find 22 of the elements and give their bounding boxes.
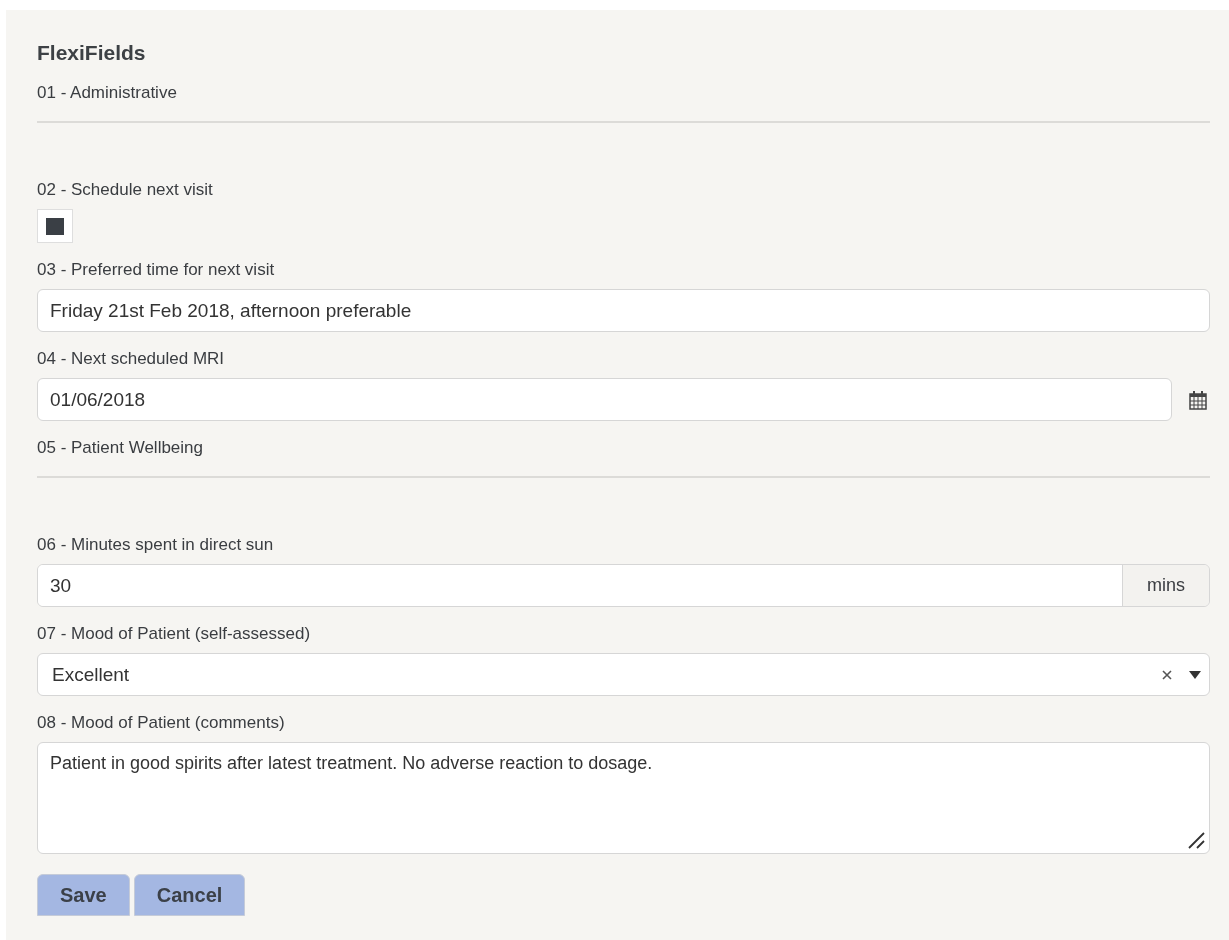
calendar-icon[interactable] (1188, 389, 1208, 410)
text-field[interactable]: Friday 21st Feb 2018, afternoon preferable (37, 289, 1210, 332)
section-heading: 05 - Patient Wellbeing (37, 438, 204, 458)
field-label: 07 - Mood of Patient (self-assessed) (37, 624, 312, 644)
checkbox[interactable] (37, 209, 73, 243)
field-label: 02 - Schedule next visit (37, 180, 214, 200)
field-label: 04 - Next scheduled MRI (37, 349, 226, 369)
field-label: 06 - Minutes spent in direct sun (37, 535, 275, 555)
form-title: FlexiFields (37, 41, 147, 65)
comment-field[interactable]: Patient in good spirits after latest treatment. No adverse reaction to dosage. (37, 742, 1210, 854)
caret-icon[interactable] (1189, 670, 1201, 679)
field-label: 08 - Mood of Patient (comments) (37, 713, 286, 733)
resize-grip-icon[interactable] (1187, 831, 1205, 849)
unit-addon: mins (1122, 565, 1209, 606)
save-button[interactable]: Save (37, 874, 130, 916)
cancel-button[interactable]: Cancel (133, 874, 246, 916)
date-field[interactable]: 01/06/2018 (37, 378, 1172, 421)
section-heading: 01 - Administrative (37, 83, 178, 103)
field-label: 03 - Preferred time for next visit (37, 260, 276, 280)
clear-icon[interactable] (1162, 669, 1172, 680)
number-field[interactable]: 30 mins (37, 564, 1210, 607)
select-dropdown[interactable]: Excellent (37, 653, 1210, 696)
